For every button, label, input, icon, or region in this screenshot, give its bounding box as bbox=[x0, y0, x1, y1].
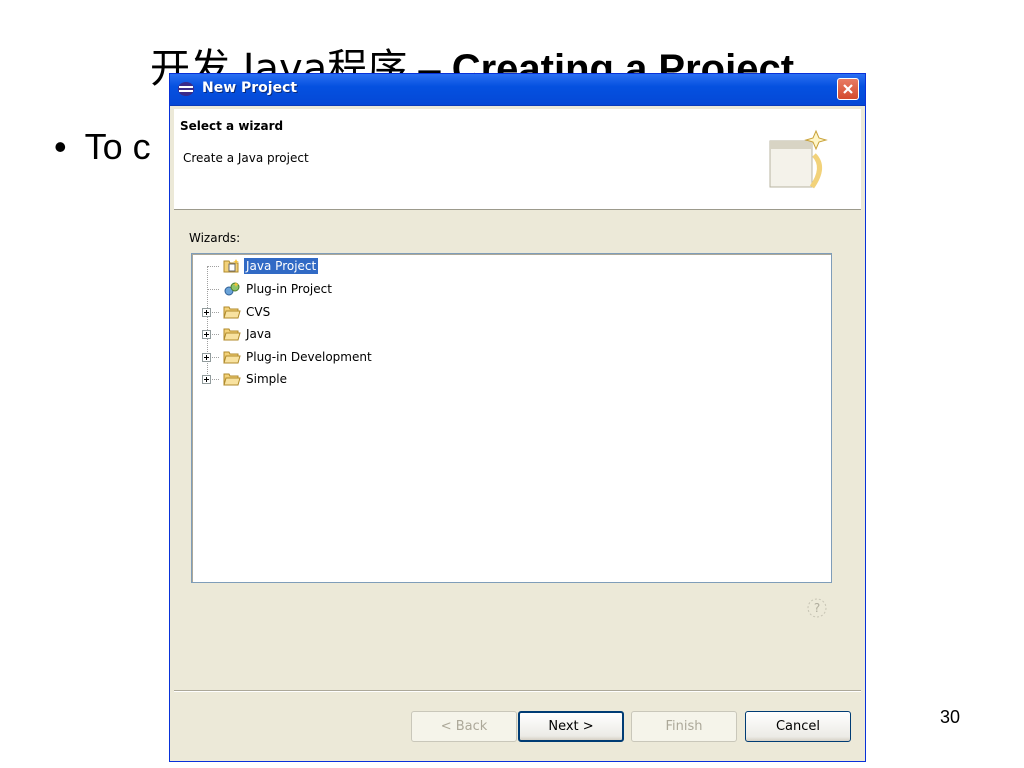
tree-item-plugin-project[interactable]: Plug-in Project bbox=[202, 280, 402, 299]
header-title: Select a wizard bbox=[180, 119, 284, 133]
header-description: Create a Java project bbox=[183, 151, 309, 165]
expand-icon[interactable] bbox=[202, 353, 211, 362]
cancel-button[interactable]: Cancel bbox=[745, 711, 851, 742]
bullet-dot: • bbox=[54, 126, 67, 167]
java-project-icon bbox=[223, 259, 239, 273]
next-button[interactable]: Next > bbox=[518, 711, 624, 742]
tree-item-simple[interactable]: Simple bbox=[202, 370, 402, 389]
button-separator bbox=[174, 690, 861, 692]
finish-button[interactable]: Finish bbox=[631, 711, 737, 742]
tree-item-java[interactable]: Java bbox=[202, 325, 402, 344]
back-button[interactable]: < Back bbox=[411, 711, 517, 742]
expand-icon[interactable] bbox=[202, 375, 211, 384]
wizard-banner-icon bbox=[769, 129, 828, 189]
folder-icon bbox=[223, 351, 241, 364]
wizard-header: Select a wizard Create a Java project bbox=[174, 109, 861, 210]
wizard-tree[interactable]: Java Project Plug-in Project CVS Java Pl… bbox=[191, 253, 832, 583]
bullet-text: To c bbox=[84, 126, 151, 167]
wizards-label: Wizards: bbox=[189, 231, 241, 245]
title-bar[interactable]: New Project bbox=[170, 74, 865, 106]
tree-item-label: Simple bbox=[246, 372, 287, 386]
tree-item-label: CVS bbox=[246, 305, 271, 319]
help-icon[interactable]: ? bbox=[806, 597, 828, 619]
tree-item-label: Plug-in Development bbox=[246, 350, 372, 364]
close-icon bbox=[843, 84, 853, 94]
expand-icon[interactable] bbox=[202, 330, 211, 339]
tree-item-label: Plug-in Project bbox=[246, 282, 332, 296]
expand-icon[interactable] bbox=[202, 308, 211, 317]
folder-icon bbox=[223, 306, 241, 319]
tree-item-plugin-development[interactable]: Plug-in Development bbox=[202, 348, 422, 367]
tree-item-cvs[interactable]: CVS bbox=[202, 303, 402, 322]
svg-text:?: ? bbox=[814, 601, 820, 615]
folder-icon bbox=[223, 328, 241, 341]
tree-item-label: Java bbox=[246, 327, 272, 341]
tree-item-label: Java Project bbox=[244, 258, 319, 274]
page-number: 30 bbox=[940, 707, 961, 727]
folder-icon bbox=[223, 373, 241, 386]
eclipse-app-icon bbox=[178, 82, 194, 96]
slide-bullet: • To c bbox=[54, 126, 151, 168]
tree-item-java-project[interactable]: Java Project bbox=[202, 257, 402, 276]
new-project-dialog: New Project Select a wizard Create a Jav… bbox=[169, 73, 866, 762]
dialog-title: New Project bbox=[202, 80, 298, 96]
plugin-project-icon bbox=[224, 282, 240, 296]
close-button[interactable] bbox=[837, 78, 859, 100]
